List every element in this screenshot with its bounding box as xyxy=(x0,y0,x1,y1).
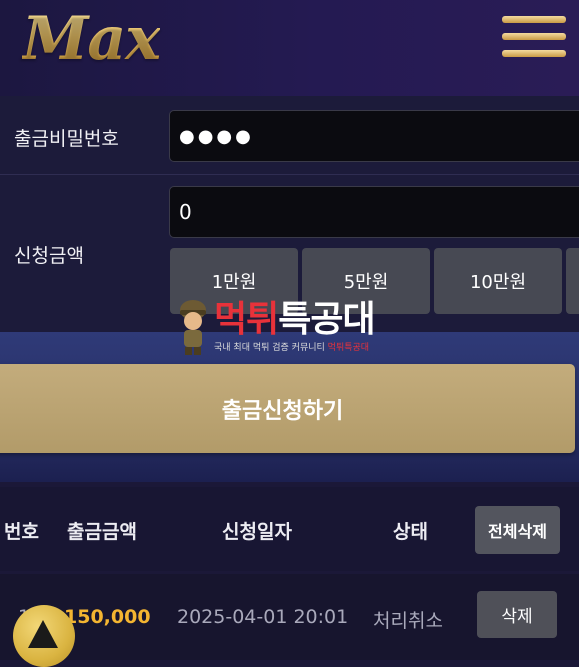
row-status: 처리취소 xyxy=(373,610,443,632)
column-header-date: 신청일자 xyxy=(222,521,292,543)
delete-all-button[interactable]: 전체삭제 xyxy=(475,506,560,554)
column-header-status: 상태 xyxy=(393,521,428,543)
withdrawal-password-input[interactable]: ●●●● xyxy=(169,110,579,162)
watermark-subtitle: 국내 최대 먹튀 검증 커뮤니티 먹튀특공대 xyxy=(214,343,370,353)
scroll-top-button[interactable] xyxy=(13,605,75,667)
amount-100000-button[interactable]: 10만원 xyxy=(434,248,562,314)
app-header: Max xyxy=(0,0,579,96)
amount-input[interactable]: 0 xyxy=(169,186,579,238)
amount-more-button[interactable] xyxy=(566,248,579,314)
watermark: 먹튀특공대 국내 최대 먹튀 검증 커뮤니티 먹튀특공대 xyxy=(176,298,408,360)
row-amount: 150,000 xyxy=(64,606,151,628)
row-date: 2025-04-01 20:01 xyxy=(177,606,349,628)
row-delete-button[interactable]: 삭제 xyxy=(477,591,557,638)
hamburger-menu-icon[interactable] xyxy=(502,16,566,58)
watermark-title: 먹튀특공대 xyxy=(214,299,376,340)
withdrawal-submit-button[interactable]: 출금신청하기 xyxy=(0,364,575,453)
soldier-mascot-icon xyxy=(176,298,210,356)
form-divider xyxy=(0,174,579,175)
column-header-amount: 출금금액 xyxy=(67,521,137,543)
brand-logo[interactable]: Max xyxy=(22,4,161,74)
password-label: 출금비밀번호 xyxy=(14,128,119,150)
column-header-no: 번호 xyxy=(4,521,39,543)
amount-label: 신청금액 xyxy=(14,245,84,267)
arrow-up-icon xyxy=(28,620,58,648)
